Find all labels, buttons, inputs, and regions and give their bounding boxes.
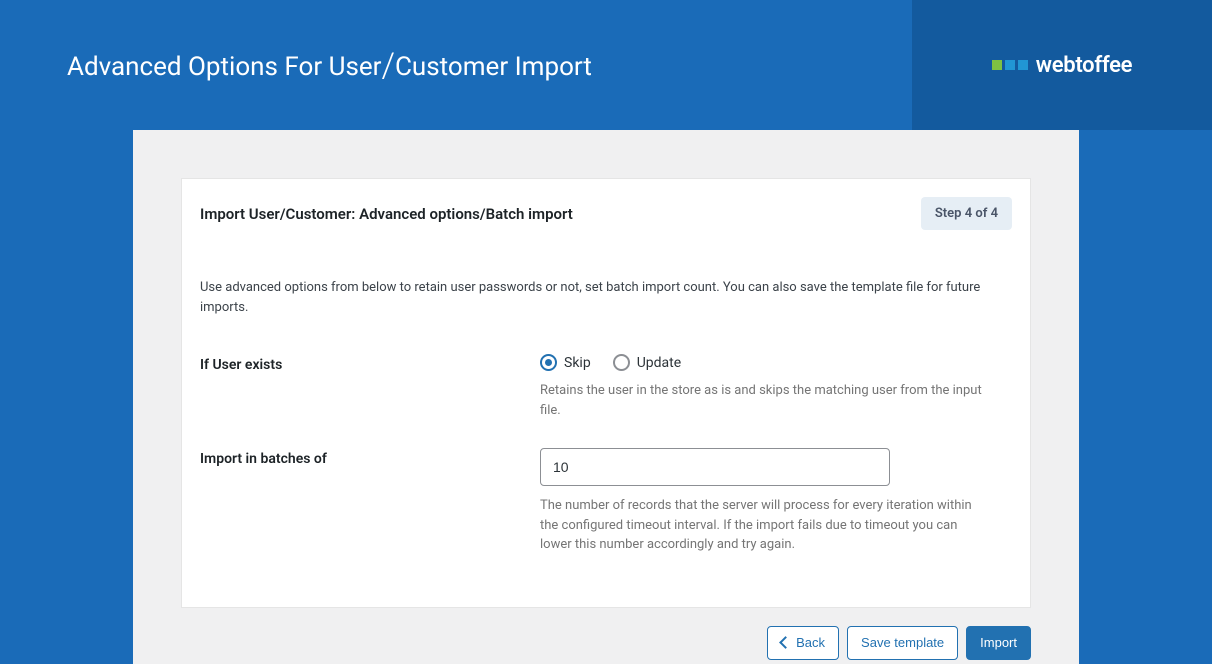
user-exists-help: Retains the user in the store as is and … bbox=[540, 381, 990, 420]
radio-update-label: Update bbox=[637, 355, 681, 371]
back-button-label: Back bbox=[796, 635, 825, 650]
batch-size-label: Import in batches of bbox=[200, 448, 540, 555]
import-button[interactable]: Import bbox=[966, 626, 1031, 660]
step-badge: Step 4 of 4 bbox=[921, 197, 1012, 230]
panel-description: Use advanced options from below to retai… bbox=[200, 278, 1012, 318]
import-button-label: Import bbox=[980, 635, 1017, 650]
batch-size-row: Import in batches of The number of recor… bbox=[200, 448, 1012, 555]
batch-size-control: The number of records that the server wi… bbox=[540, 448, 1012, 555]
radio-skip[interactable]: Skip bbox=[540, 354, 591, 371]
logo-mark-icon bbox=[992, 60, 1028, 70]
batch-size-input[interactable] bbox=[540, 448, 890, 486]
radio-unchecked-icon bbox=[613, 354, 630, 371]
batch-size-help: The number of records that the server wi… bbox=[540, 496, 990, 555]
save-template-label: Save template bbox=[861, 635, 944, 650]
content-frame: Import User/Customer: Advanced options/B… bbox=[133, 130, 1079, 664]
footer-actions: Back Save template Import bbox=[181, 608, 1031, 660]
back-button[interactable]: Back bbox=[767, 626, 839, 660]
page-title: Advanced Options For User/Customer Impor… bbox=[67, 48, 592, 88]
panel-heading: Import User/Customer: Advanced options/B… bbox=[200, 205, 573, 223]
user-exists-radio-group: Skip Update bbox=[540, 354, 1012, 371]
brand-banner: webtoffee bbox=[912, 0, 1212, 130]
chevron-left-icon bbox=[779, 636, 792, 649]
user-exists-label: If User exists bbox=[200, 354, 540, 420]
panel-header: Import User/Customer: Advanced options/B… bbox=[182, 179, 1030, 246]
radio-update[interactable]: Update bbox=[613, 354, 681, 371]
panel-body: Use advanced options from below to retai… bbox=[182, 278, 1030, 607]
user-exists-control: Skip Update Retains the user in the stor… bbox=[540, 354, 1012, 420]
user-exists-row: If User exists Skip Update bbox=[200, 354, 1012, 420]
save-template-button[interactable]: Save template bbox=[847, 626, 958, 660]
radio-skip-label: Skip bbox=[564, 355, 591, 371]
settings-panel: Import User/Customer: Advanced options/B… bbox=[181, 178, 1031, 608]
brand-name: webtoffee bbox=[1036, 53, 1132, 78]
brand-logo: webtoffee bbox=[992, 53, 1132, 78]
radio-checked-icon bbox=[540, 354, 557, 371]
